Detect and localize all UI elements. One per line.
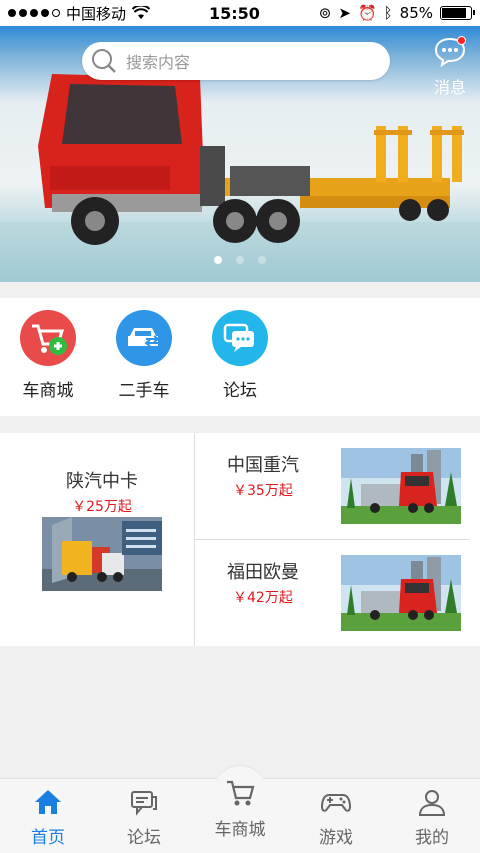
location-icon: ➤ [338, 4, 351, 22]
status-bar: 中国移动 15:50 ⊚ ➤ ⏰ ᛒ 85% [0, 0, 480, 26]
message-label: 消息 [433, 78, 466, 97]
tab-label: 首页 [31, 828, 65, 848]
product-card[interactable]: 福田欧曼 ￥42万起 [195, 540, 480, 646]
tab-bar: 首页 论坛 车商城 游戏 我的 [0, 765, 480, 853]
product-image [42, 517, 162, 591]
tab-label: 游戏 [319, 828, 353, 848]
cart-plus-icon [20, 310, 76, 366]
product-name: 陕汽中卡 [66, 471, 138, 492]
menu-item-forum[interactable]: 论坛 [210, 310, 270, 401]
menu-label: 车商城 [22, 381, 74, 401]
signal-icon [8, 9, 60, 17]
carousel-dot[interactable] [236, 256, 244, 264]
rotation-lock-icon: ⊚ [318, 4, 332, 22]
battery-icon [440, 6, 475, 20]
menu-item-used-car[interactable]: 二手车 [114, 310, 174, 401]
battery-percent: 85% [399, 4, 433, 22]
tab-mine[interactable]: 我的 [392, 787, 472, 848]
carrier-label: 中国移动 [66, 4, 127, 23]
product-price: ￥42万起 [233, 590, 293, 606]
tab-games[interactable]: 游戏 [296, 787, 376, 848]
home-icon [35, 790, 61, 814]
product-grid: 陕汽中卡 ￥25万起 中国重汽 ￥35万起 福田欧曼 ￥42万起 [0, 433, 480, 646]
product-name: 福田欧曼 [227, 562, 299, 583]
menu-label: 二手车 [118, 381, 170, 401]
message-button[interactable]: 消息 [432, 36, 468, 98]
alarm-icon: ⏰ [357, 4, 377, 22]
search-input[interactable]: 搜索内容 [82, 42, 390, 80]
forum-icon [131, 791, 157, 816]
tab-label: 论坛 [127, 828, 161, 848]
cart-icon [227, 780, 255, 806]
tab-label: 车商城 [214, 820, 266, 840]
search-icon [92, 49, 116, 73]
search-placeholder: 搜索内容 [126, 53, 191, 72]
product-price: ￥25万起 [72, 499, 132, 515]
carousel-indicator [0, 256, 480, 264]
user-icon [418, 790, 446, 816]
tab-car-mall[interactable]: 车商城 [200, 775, 280, 840]
car-exchange-icon [116, 310, 172, 366]
carousel-dot[interactable] [214, 256, 222, 264]
tab-label: 我的 [415, 828, 449, 848]
banner-carousel[interactable]: 搜索内容 消息 [0, 26, 480, 282]
menu-item-car-mall[interactable]: 车商城 [18, 310, 78, 401]
unread-badge [457, 36, 466, 45]
clock: 15:50 [208, 3, 260, 23]
product-card[interactable]: 陕汽中卡 ￥25万起 [0, 433, 194, 646]
gamepad-icon [321, 794, 351, 812]
menu-label: 论坛 [223, 381, 257, 401]
product-image [341, 448, 461, 524]
chat-bubbles-icon [212, 310, 268, 366]
tab-forum[interactable]: 论坛 [104, 787, 184, 848]
product-card[interactable]: 中国重汽 ￥35万起 [195, 433, 480, 539]
carousel-dot[interactable] [258, 256, 266, 264]
quick-menu: 车商城 二手车 论坛 [0, 298, 480, 416]
tab-home[interactable]: 首页 [8, 787, 88, 848]
product-price: ￥35万起 [233, 483, 293, 499]
bluetooth-icon: ᛒ [383, 4, 393, 22]
product-name: 中国重汽 [227, 455, 299, 476]
wifi-icon [132, 6, 151, 19]
product-image [341, 555, 461, 631]
